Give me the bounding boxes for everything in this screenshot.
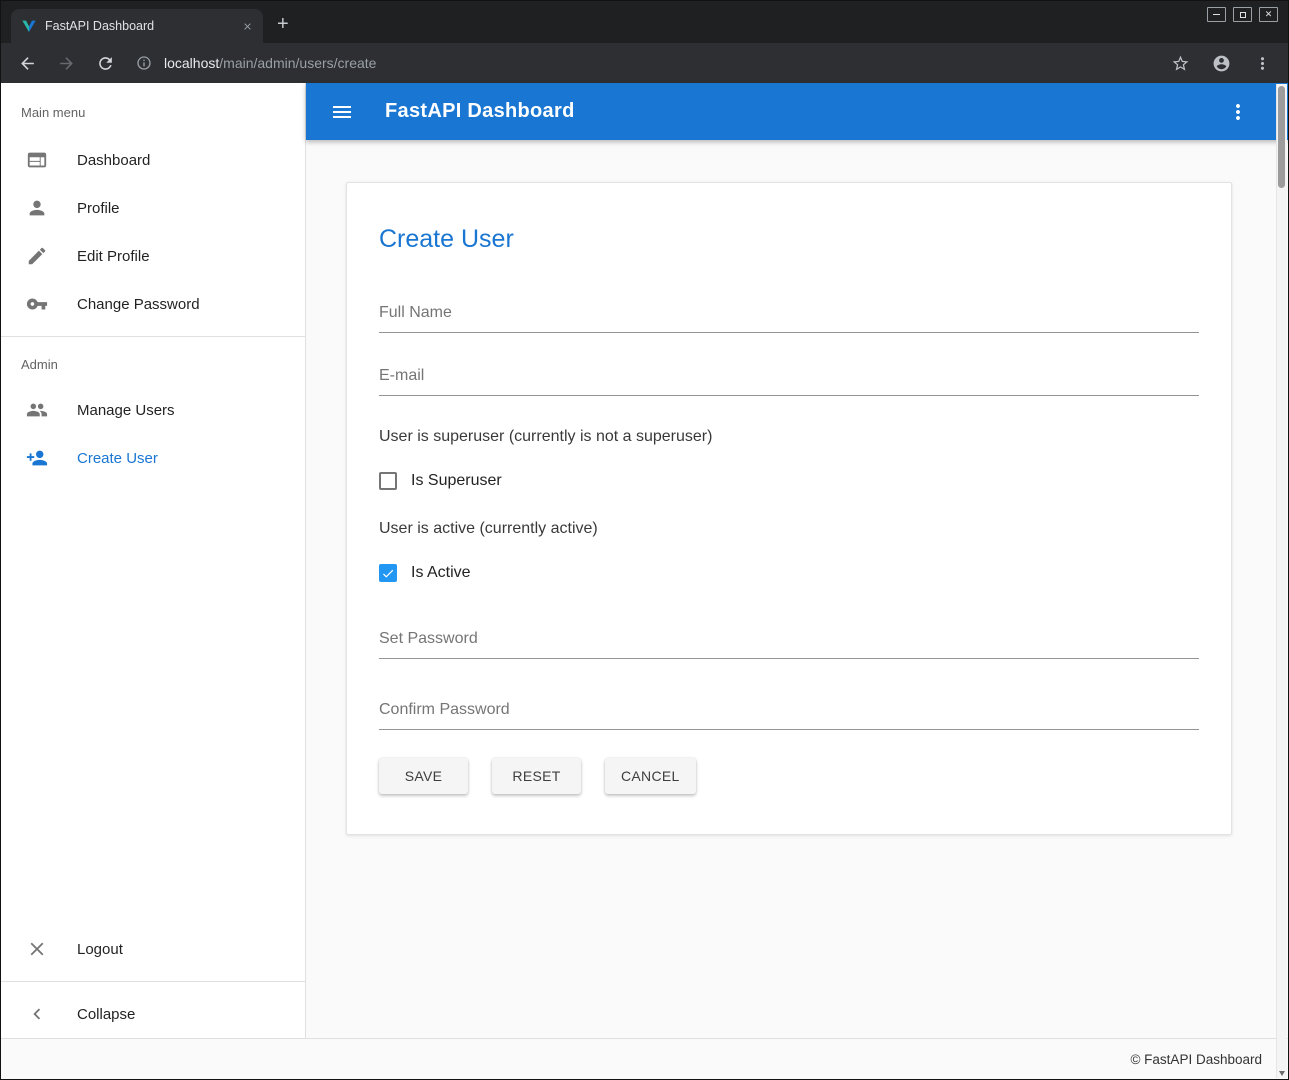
browser-menu-icon[interactable] — [1250, 51, 1274, 75]
sidebar-item-label: Create User — [77, 450, 158, 467]
email-field — [379, 363, 1199, 396]
new-tab-button[interactable]: + — [277, 14, 289, 34]
sidebar-item-label: Manage Users — [77, 402, 175, 419]
scrollbar-down-arrow[interactable] — [1277, 1071, 1287, 1076]
active-checkbox-row[interactable]: Is Active — [379, 564, 1199, 582]
url-text: localhost/main/admin/users/create — [164, 55, 376, 71]
sidebar-item-manage-users[interactable]: Manage Users — [1, 386, 305, 434]
pencil-icon — [25, 244, 49, 268]
address-bar[interactable]: localhost/main/admin/users/create — [136, 48, 1147, 78]
active-checkbox-label: Is Active — [411, 564, 471, 582]
person-add-icon — [25, 446, 49, 470]
url-host: localhost — [164, 55, 219, 71]
page: Main menu Dashboard Profile Edit Profile — [1, 83, 1288, 1038]
hamburger-menu-icon[interactable] — [330, 100, 354, 124]
save-button[interactable]: SAVE — [379, 758, 468, 794]
sidebar-item-create-user[interactable]: Create User — [1, 434, 305, 482]
toolbar-right — [1151, 51, 1274, 75]
sidebar-divider — [1, 336, 305, 337]
sidebar-item-collapse[interactable]: Collapse — [1, 990, 305, 1038]
reload-button[interactable] — [93, 51, 117, 75]
person-icon — [25, 196, 49, 220]
browser-tab[interactable]: FastAPI Dashboard — [11, 9, 263, 43]
superuser-checkbox-row[interactable]: Is Superuser — [379, 472, 1199, 490]
sidebar-divider — [1, 981, 305, 982]
page-title: Create User — [379, 225, 1199, 254]
key-icon — [25, 292, 49, 316]
maximize-icon — [1240, 12, 1246, 18]
superuser-hint: User is superuser (currently is not a su… — [379, 428, 1199, 446]
close-window-button[interactable]: ✕ — [1259, 7, 1278, 22]
browser-window: FastAPI Dashboard + ✕ localhost/main/adm… — [0, 0, 1289, 1080]
set-password-input[interactable] — [379, 626, 1199, 659]
people-icon — [25, 398, 49, 422]
full-name-field — [379, 300, 1199, 333]
sidebar-item-change-password[interactable]: Change Password — [1, 280, 305, 328]
sidebar-item-label: Edit Profile — [77, 248, 150, 265]
page-scrollbar[interactable] — [1276, 84, 1287, 1078]
superuser-checkbox-label: Is Superuser — [411, 472, 502, 490]
reset-button[interactable]: RESET — [492, 758, 581, 794]
confirm-password-field — [379, 697, 1199, 730]
active-hint: User is active (currently active) — [379, 520, 1199, 538]
url-path: /main/admin/users/create — [219, 55, 376, 71]
superuser-checkbox[interactable] — [379, 472, 397, 490]
scrollbar-thumb[interactable] — [1278, 86, 1285, 188]
browser-toolbar: localhost/main/admin/users/create — [1, 43, 1288, 83]
tab-close-icon[interactable] — [239, 18, 255, 34]
sidebar-item-label: Profile — [77, 200, 120, 217]
main-area: FastAPI Dashboard Create User User is su… — [306, 83, 1288, 1038]
close-icon: ✕ — [1265, 10, 1273, 19]
down-triangle-icon — [1279, 1071, 1285, 1076]
appbar-overflow-menu-icon[interactable] — [1226, 100, 1250, 124]
minimize-button[interactable] — [1207, 7, 1226, 22]
maximize-button[interactable] — [1233, 7, 1252, 22]
sidebar-item-profile[interactable]: Profile — [1, 184, 305, 232]
copyright-text: © FastAPI Dashboard — [1130, 1052, 1262, 1067]
window-controls: ✕ — [1207, 7, 1278, 22]
email-input[interactable] — [379, 363, 1199, 396]
reload-icon — [96, 54, 115, 73]
check-icon — [381, 566, 395, 581]
dashboard-icon — [25, 148, 49, 172]
sidebar-section-admin: Admin — [1, 345, 305, 386]
sidebar-item-label: Collapse — [77, 1006, 135, 1023]
forward-button[interactable] — [54, 51, 78, 75]
sidebar-item-label: Dashboard — [77, 152, 150, 169]
full-name-input[interactable] — [379, 300, 1199, 333]
active-checkbox[interactable] — [379, 564, 397, 582]
sidebar-item-label: Change Password — [77, 296, 200, 313]
app-bar: FastAPI Dashboard — [306, 83, 1288, 140]
forward-arrow-icon — [57, 54, 76, 73]
appbar-title: FastAPI Dashboard — [385, 100, 1226, 123]
bookmark-star-icon[interactable] — [1168, 51, 1192, 75]
create-user-card: Create User User is superuser (currently… — [346, 182, 1232, 835]
sidebar-section-main-menu: Main menu — [1, 83, 305, 136]
sidebar-bottom: Logout Collapse — [1, 925, 305, 1038]
form-actions: SAVE RESET CANCEL — [379, 758, 1199, 794]
sidebar: Main menu Dashboard Profile Edit Profile — [1, 83, 306, 1038]
cancel-button[interactable]: CANCEL — [605, 758, 696, 794]
sidebar-item-label: Logout — [77, 941, 123, 958]
minimize-icon — [1213, 14, 1220, 15]
content-area: Create User User is superuser (currently… — [306, 140, 1288, 1038]
logout-x-icon — [25, 937, 49, 961]
set-password-field — [379, 626, 1199, 659]
profile-avatar-icon[interactable] — [1209, 51, 1233, 75]
confirm-password-input[interactable] — [379, 697, 1199, 730]
page-footer: © FastAPI Dashboard — [1, 1038, 1288, 1079]
back-arrow-icon — [18, 54, 37, 73]
sidebar-item-logout[interactable]: Logout — [1, 925, 305, 973]
tab-strip: FastAPI Dashboard + ✕ — [1, 1, 1288, 43]
back-button[interactable] — [15, 51, 39, 75]
favicon-v-icon — [21, 18, 37, 34]
sidebar-item-dashboard[interactable]: Dashboard — [1, 136, 305, 184]
tab-title: FastAPI Dashboard — [45, 19, 231, 33]
sidebar-item-edit-profile[interactable]: Edit Profile — [1, 232, 305, 280]
site-info-icon[interactable] — [136, 55, 152, 71]
chevron-left-icon — [25, 1002, 49, 1026]
